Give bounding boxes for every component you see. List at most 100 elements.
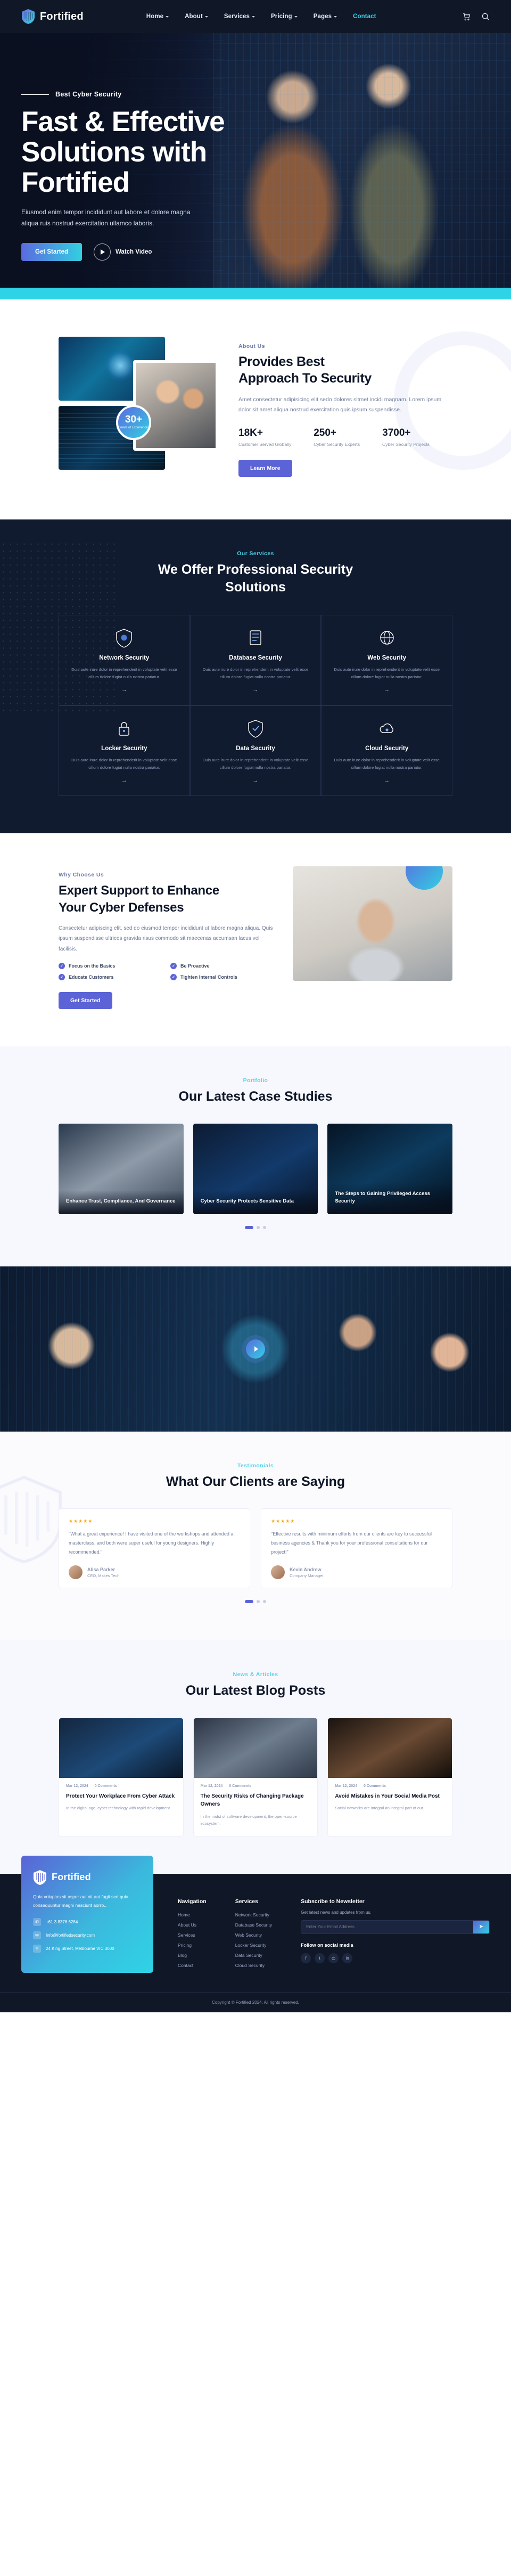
nav-item-services[interactable]: Services	[224, 13, 255, 20]
facebook-icon[interactable]: f	[301, 1953, 311, 1963]
chevron-down-icon	[204, 15, 208, 18]
main-navigation: Home About Services Pricing Pages Contac…	[146, 13, 376, 20]
case-studies-section: Portfolio Our Latest Case Studies Enhanc…	[0, 1046, 511, 1266]
experience-badge-number: 30+	[125, 414, 143, 426]
arrow-right-icon[interactable]: →	[252, 687, 258, 693]
service-card-cloud-security[interactable]: Cloud Security Duis aute irure dolor in …	[321, 705, 452, 797]
cases-carousel-dots[interactable]	[59, 1225, 452, 1229]
footer-contact-phone[interactable]: ✆ +61 3 8376 6284	[33, 1918, 142, 1927]
stat-value: 250+	[314, 427, 337, 439]
carousel-dot-active[interactable]	[245, 1225, 253, 1229]
carousel-dot-active[interactable]	[245, 1600, 253, 1604]
blog-card[interactable]: Mar 12, 2024 0 Comments The Security Ris…	[193, 1717, 318, 1836]
footer-link[interactable]: Cloud Security	[235, 1963, 272, 1968]
footer-link[interactable]: Database Security	[235, 1922, 272, 1928]
instagram-icon[interactable]: ◎	[328, 1953, 339, 1963]
footer-link[interactable]: Web Security	[235, 1932, 272, 1938]
blog-card[interactable]: Mar 12, 2024 0 Comments Protect Your Wor…	[59, 1717, 184, 1836]
case-study-card[interactable]: Enhance Trust, Compliance, And Governanc…	[59, 1123, 184, 1214]
service-card-text: Duis aute irure dolor in reprehenderit i…	[202, 667, 309, 680]
footer-brand-card: Fortified Quia voluptas sit asper aut oi…	[21, 1855, 153, 1973]
database-icon	[250, 630, 261, 645]
arrow-right-icon[interactable]: →	[384, 687, 390, 693]
brand-name: Fortified	[40, 10, 84, 22]
search-icon[interactable]	[481, 12, 490, 21]
blog-excerpt: In the midst of software development, th…	[200, 1814, 297, 1826]
case-study-card[interactable]: Cyber Security Protects Sensitive Data	[193, 1123, 318, 1214]
shield-watermark-icon	[0, 1475, 62, 1563]
service-card-data-security[interactable]: Data Security Duis aute irure dolor in r…	[189, 705, 322, 797]
footer-email-text: Info@fortifiedsecurity.com	[46, 1933, 95, 1938]
service-card-web-security[interactable]: Web Security Duis aute irure dolor in re…	[321, 615, 452, 706]
footer-link[interactable]: Blog	[178, 1953, 207, 1958]
blog-thumbnail	[59, 1718, 183, 1778]
footer-brand-logo[interactable]: Fortified	[33, 1870, 142, 1886]
twitter-icon[interactable]: t	[315, 1953, 325, 1963]
video-banner-section	[0, 1266, 511, 1432]
footer-contact-list: ✆ +61 3 8376 6284 ✉ Info@fortifiedsecurity…	[33, 1918, 142, 1953]
carousel-dot[interactable]	[263, 1225, 266, 1229]
play-icon	[94, 243, 111, 261]
about-tagline: About Us	[238, 343, 265, 350]
about-learn-more-button[interactable]: Learn More	[238, 460, 292, 477]
blog-title: Protect Your Workplace From Cyber Attack	[66, 1793, 175, 1799]
nav-item-home[interactable]: Home	[146, 13, 169, 20]
nav-item-about[interactable]: About	[185, 13, 208, 20]
arrow-right-icon[interactable]: →	[384, 777, 390, 784]
expert-get-started-button[interactable]: Get Started	[59, 992, 112, 1010]
carousel-dot[interactable]	[263, 1600, 266, 1604]
footer-link[interactable]: About Us	[178, 1922, 207, 1928]
footer-link[interactable]: Services	[178, 1932, 207, 1938]
footer-link[interactable]: Home	[178, 1912, 207, 1917]
newsletter-email-input[interactable]	[301, 1920, 473, 1933]
footer-link[interactable]: Data Security	[235, 1953, 272, 1958]
brand-logo[interactable]: Fortified	[21, 9, 84, 25]
services-card-grid: Network Security Duis aute irure dolor i…	[59, 615, 452, 797]
testimonial-author-name: Kevin Andrew	[290, 1566, 322, 1572]
arrow-right-icon[interactable]: →	[121, 777, 127, 784]
divider-line	[21, 94, 49, 95]
blog-title: Avoid Mistakes in Your Social Media Post	[335, 1793, 440, 1799]
stat-value: 18K+	[238, 427, 263, 439]
service-card-title: Network Security	[99, 655, 150, 662]
nav-item-pricing[interactable]: Pricing	[271, 13, 298, 20]
footer-link[interactable]: Network Security	[235, 1912, 272, 1917]
arrow-right-icon[interactable]: →	[252, 777, 258, 784]
video-play-button[interactable]	[246, 1339, 265, 1359]
arrow-right-icon[interactable]: →	[121, 687, 127, 693]
service-card-database-security[interactable]: Database Security Duis aute irure dolor …	[189, 615, 322, 706]
expert-tagline: Why Choose Us	[59, 872, 104, 879]
carousel-dot[interactable]	[257, 1600, 260, 1604]
hero-background-image	[213, 33, 511, 299]
case-study-card[interactable]: The Steps to Gaining Privileged Access S…	[327, 1123, 452, 1214]
service-card-locker-security[interactable]: Locker Security Duis aute irure dolor in…	[59, 705, 190, 797]
testimonial-author-name: Alisa Parker	[87, 1566, 116, 1572]
hero-get-started-button[interactable]: Get Started	[21, 242, 82, 261]
service-card-text: Duis aute irure dolor in reprehenderit i…	[334, 758, 440, 770]
footer-link[interactable]: Locker Security	[235, 1943, 272, 1948]
chevron-down-icon	[252, 15, 255, 18]
hero-title-line3: Fortified	[21, 167, 130, 199]
carousel-dot[interactable]	[257, 1225, 260, 1229]
linkedin-icon[interactable]: in	[342, 1953, 353, 1963]
about-section: 30+ Years of Experience About Us Provide…	[0, 299, 511, 520]
service-card-network-security[interactable]: Network Security Duis aute irure dolor i…	[59, 615, 190, 706]
nav-item-contact[interactable]: Contact	[353, 13, 376, 20]
footer-contact-email[interactable]: ✉ Info@fortifiedsecurity.com	[33, 1931, 142, 1940]
stat-label: Customer Served Globally	[238, 442, 292, 448]
footer-address-text: 24 King Street, Melbourne VIC 3000	[46, 1946, 114, 1952]
nav-item-pages[interactable]: Pages	[314, 13, 337, 20]
footer-contact-address[interactable]: ⚲ 24 King Street, Melbourne VIC 3000	[33, 1945, 142, 1953]
site-header: Fortified Home About Services Pricing Pa…	[0, 0, 511, 33]
locker-icon	[119, 722, 130, 736]
cart-icon[interactable]	[462, 12, 471, 21]
testimonials-carousel-dots[interactable]	[59, 1600, 452, 1604]
blog-card[interactable]: Mar 12, 2024 0 Comments Avoid Mistakes i…	[327, 1717, 452, 1836]
hero-watch-video-button[interactable]: Watch Video	[94, 243, 152, 261]
footer-brand-name: Fortified	[52, 1872, 91, 1883]
footer-link[interactable]: Pricing	[178, 1943, 207, 1948]
about-heading: Provides Best Approach To Security	[238, 354, 452, 387]
why-choose-us-section: Why Choose Us Expert Support to Enhance …	[0, 833, 511, 1047]
footer-link[interactable]: Contact	[178, 1963, 207, 1968]
newsletter-submit-button[interactable]: ➤	[473, 1920, 489, 1933]
